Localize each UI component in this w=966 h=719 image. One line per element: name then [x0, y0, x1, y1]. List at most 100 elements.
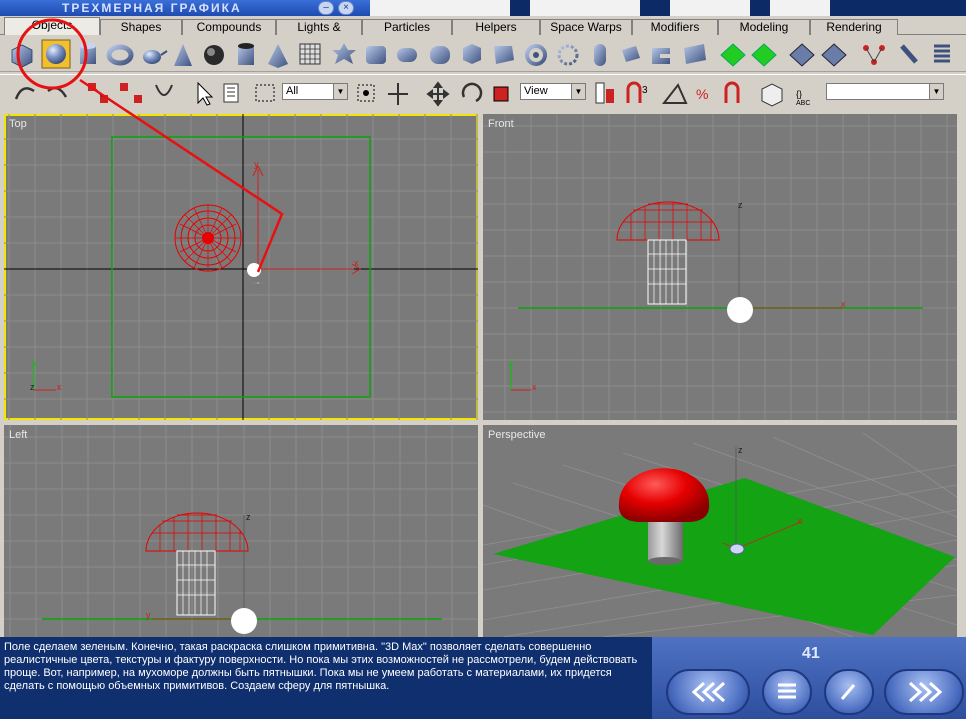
- capsule-icon[interactable]: [594, 44, 606, 66]
- oil-tank-icon[interactable]: [397, 48, 417, 62]
- rotate-icon[interactable]: [461, 82, 483, 103]
- forward-icon: [908, 681, 943, 703]
- tab-modifiers[interactable]: Modifiers: [632, 19, 718, 35]
- tab-lights-cameras[interactable]: Lights & Cameras: [276, 19, 362, 49]
- grid-object-icon[interactable]: [821, 43, 847, 67]
- teapot-icon[interactable]: [143, 50, 168, 64]
- box-icon[interactable]: [11, 44, 33, 68]
- check-button[interactable]: [824, 669, 874, 715]
- viewport-left[interactable]: z y Left: [4, 425, 478, 637]
- svg-text:3: 3: [642, 85, 648, 96]
- tube-icon[interactable]: [238, 43, 254, 65]
- chamfer-box-icon[interactable]: [366, 46, 386, 64]
- redo-icon[interactable]: [47, 86, 68, 98]
- abc-icon[interactable]: {}ABC: [796, 89, 810, 107]
- select-move-icon-alt[interactable]: [388, 83, 408, 105]
- cone-icon[interactable]: [174, 44, 192, 66]
- object-toolbar: [0, 36, 966, 72]
- sphere-icon[interactable]: [41, 39, 71, 69]
- lesson-text-panel: Поле сделаем зеленым. Конечно, такая рас…: [0, 637, 652, 719]
- lesson-text: Поле сделаем зеленым. Конечно, такая рас…: [4, 641, 638, 692]
- sphere-object: [231, 608, 257, 634]
- tab-rendering[interactable]: Rendering: [810, 19, 898, 35]
- select-link-icon[interactable]: [88, 83, 108, 103]
- z-axis-label: z: [738, 445, 743, 455]
- grid-object-icon[interactable]: [720, 43, 746, 67]
- hedra-icon[interactable]: [332, 43, 356, 64]
- check-icon: [840, 684, 856, 700]
- pyramid-icon[interactable]: [268, 44, 288, 68]
- minimize-icon[interactable]: –: [318, 1, 334, 15]
- c-ext-icon[interactable]: [652, 48, 670, 64]
- viewport-label-top: Top: [9, 118, 27, 130]
- select-object-icon[interactable]: [197, 81, 214, 106]
- snap-icon[interactable]: 3: [626, 81, 648, 103]
- scale-icon[interactable]: [493, 86, 509, 102]
- chevron-down-icon: ▼: [929, 84, 943, 99]
- cylinder-icon[interactable]: [80, 43, 96, 64]
- named-selection-input[interactable]: ▼: [826, 83, 944, 100]
- torus-icon[interactable]: [106, 44, 134, 66]
- unlink-icon[interactable]: [120, 83, 142, 103]
- selection-filter-select[interactable]: All ▼: [282, 83, 348, 100]
- grid-object-icon[interactable]: [789, 43, 815, 67]
- tab-space-warps[interactable]: Space Warps: [540, 19, 632, 35]
- ground-plane-outline: [111, 136, 371, 398]
- front-viewport-scene: z x z x: [483, 114, 957, 420]
- svg-text:{}: {}: [796, 89, 802, 99]
- link-icon[interactable]: [863, 45, 885, 65]
- grid-object-icon[interactable]: [751, 43, 777, 67]
- geosphere-icon[interactable]: [204, 45, 224, 65]
- torus-knot-icon[interactable]: [525, 44, 547, 66]
- prism-icon[interactable]: [494, 46, 514, 64]
- gengon-icon[interactable]: [463, 44, 481, 64]
- spindle-icon[interactable]: [430, 46, 450, 64]
- back-icon: [691, 681, 726, 703]
- svg-text:ABC: ABC: [796, 100, 810, 107]
- z-axis-label: z: [738, 200, 743, 210]
- ring-wave-icon[interactable]: [557, 44, 579, 66]
- main-toolbar-icons: 3 % {}ABC: [14, 81, 810, 107]
- viewport-front[interactable]: z x z x Front: [483, 114, 957, 420]
- viewport-perspective[interactable]: z x Perspective: [483, 425, 957, 637]
- tripod-z-label: z: [509, 358, 514, 368]
- back-button[interactable]: [666, 669, 750, 715]
- left-viewport-scene: z y: [4, 425, 478, 637]
- x-axis-label: x: [797, 516, 802, 526]
- selection-filter-value: All: [286, 85, 299, 97]
- tape-icon[interactable]: [900, 44, 918, 64]
- tripod-x-label: x: [532, 382, 537, 392]
- percent-snap-icon[interactable]: %: [696, 86, 708, 102]
- pivot-icon[interactable]: [595, 82, 614, 104]
- select-by-name-icon[interactable]: [223, 83, 239, 103]
- region-select-icon[interactable]: [255, 84, 275, 102]
- hose-icon[interactable]: [684, 44, 706, 64]
- move-icon[interactable]: [426, 81, 450, 107]
- mushroom-stem-front: [647, 239, 687, 305]
- menu-button[interactable]: [762, 669, 812, 715]
- top-viewport-scene: y x z x y: [4, 114, 478, 420]
- tab-compounds[interactable]: Compounds: [182, 19, 276, 35]
- close-icon[interactable]: ×: [338, 1, 354, 15]
- spring-icon[interactable]: [934, 44, 950, 63]
- window-crossing-icon[interactable]: [357, 84, 375, 102]
- viewport-top[interactable]: y x z x y Top: [4, 114, 478, 420]
- tab-objects[interactable]: Objects: [4, 17, 100, 35]
- plane-icon[interactable]: [299, 43, 321, 65]
- app-window: ТРЕХМЕРНАЯ ГРАФИКА – × Objects Shapes Co…: [0, 0, 966, 719]
- tab-particles[interactable]: Particles: [362, 19, 452, 35]
- z-axis-label: z: [246, 512, 251, 522]
- undo-icon[interactable]: [14, 87, 35, 100]
- spinner-snap-icon[interactable]: [724, 81, 740, 103]
- forward-button[interactable]: [884, 669, 964, 715]
- tab-modeling[interactable]: Modeling: [718, 19, 810, 35]
- l-ext-icon[interactable]: [622, 46, 640, 62]
- named-selection-icon[interactable]: [761, 83, 783, 107]
- tab-helpers[interactable]: Helpers: [452, 19, 540, 35]
- angle-snap-icon[interactable]: [661, 83, 688, 104]
- tab-shapes[interactable]: Shapes: [100, 19, 182, 35]
- sphere-object: [247, 263, 261, 277]
- bind-space-warp-icon[interactable]: [155, 84, 173, 96]
- window-title: ТРЕХМЕРНАЯ ГРАФИКА: [62, 1, 242, 15]
- reference-coord-select[interactable]: View ▼: [520, 83, 586, 100]
